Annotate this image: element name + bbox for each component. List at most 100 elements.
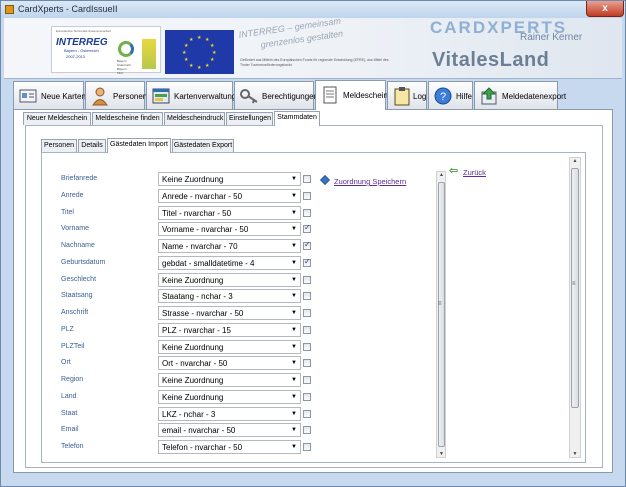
mapping-row: Land Keine Zuordnung ▼: [55, 389, 315, 405]
tab-berechtigungen[interactable]: Berechtigungen: [234, 81, 318, 109]
dropdown-arrow-icon[interactable]: ▼: [289, 241, 299, 251]
required-checkbox[interactable]: [303, 191, 311, 200]
tab-neue-karten[interactable]: Neue Karten: [13, 81, 86, 109]
scroll-up-icon[interactable]: ▲: [438, 172, 445, 178]
card-admin-icon: [152, 88, 170, 104]
dropdown-arrow-icon[interactable]: ▼: [289, 425, 299, 435]
mapping-row: Region Keine Zuordnung ▼: [55, 372, 315, 388]
mapping-scrollbar[interactable]: ▲ ≡ ▼: [436, 171, 446, 458]
scroll-up-icon[interactable]: ▲: [571, 158, 579, 164]
required-checkbox[interactable]: [303, 325, 311, 334]
close-button[interactable]: x: [586, 1, 624, 17]
column-select[interactable]: Anrede - nvarchar - 50 ▼: [158, 188, 301, 203]
interreg-logo: Europäische Territoriale Zusammenarbeit …: [51, 26, 161, 75]
dropdown-arrow-icon[interactable]: ▼: [289, 409, 299, 419]
field-label: Vorname: [61, 225, 90, 233]
column-select-value: Anrede - nvarchar - 50: [162, 191, 243, 201]
tab-neuer-meldeschein[interactable]: Neuer Meldeschein: [23, 112, 91, 125]
column-select[interactable]: Ort - nvarchar - 50 ▼: [158, 356, 301, 371]
dropdown-arrow-icon[interactable]: ▼: [289, 208, 299, 218]
column-select[interactable]: Keine Zuordnung ▼: [158, 373, 301, 387]
dropdown-arrow-icon[interactable]: ▼: [289, 375, 299, 385]
scroll-down-icon[interactable]: ▼: [571, 451, 579, 457]
column-select[interactable]: PLZ - nvarchar - 15 ▼: [158, 322, 301, 337]
required-checkbox[interactable]: [303, 392, 311, 401]
column-select[interactable]: Name - nvarchar - 70 ▼: [158, 239, 301, 253]
required-checkbox[interactable]: [303, 409, 311, 418]
tab-meldedatenexport[interactable]: Meldedatenexport: [474, 81, 566, 109]
tab-log[interactable]: Log: [387, 81, 427, 109]
tab-meldescheine-finden[interactable]: Meldescheine finden: [92, 112, 163, 125]
dropdown-arrow-icon[interactable]: ▼: [289, 358, 299, 368]
tab-hilfe[interactable]: ? Hilfe: [428, 81, 473, 109]
title-bar: CardXperts - CardIssueII x: [1, 1, 625, 18]
required-checkbox[interactable]: [303, 342, 311, 351]
scroll-thumb[interactable]: [571, 168, 579, 408]
tab-meldeschein[interactable]: Meldeschein: [315, 80, 388, 110]
field-label: PLZTeil: [61, 342, 85, 350]
tab-personen-stamm[interactable]: Personen: [41, 139, 77, 152]
column-select-value: Keine Zuordnung: [162, 392, 224, 402]
required-checkbox[interactable]: [303, 240, 311, 250]
column-select-value: Strasse - nvarchar - 50: [162, 309, 244, 318]
field-label: Staat: [61, 409, 78, 417]
required-checkbox[interactable]: [303, 208, 311, 217]
column-select[interactable]: gebdat - smalldatetime - 4 ▼: [158, 255, 301, 270]
scroll-down-icon[interactable]: ▼: [438, 451, 445, 457]
column-select[interactable]: email - nvarchar - 50 ▼: [158, 423, 301, 438]
field-label: Titel: [61, 208, 74, 216]
required-checkbox[interactable]: [303, 426, 311, 435]
mapping-row: Anschrift Strasse - nvarchar - 50 ▼: [55, 305, 315, 321]
tab-einstellungen[interactable]: Einstellungen: [226, 112, 273, 125]
column-select[interactable]: Staatang - nchar - 3 ▼: [158, 289, 301, 304]
column-select[interactable]: Vorname - nvarchar - 50 ▼: [158, 222, 301, 237]
column-select[interactable]: LKZ - nchar - 3 ▼: [158, 406, 301, 421]
dropdown-arrow-icon[interactable]: ▼: [289, 325, 299, 335]
required-checkbox[interactable]: [303, 175, 311, 183]
required-checkbox[interactable]: [303, 292, 311, 301]
dropdown-arrow-icon[interactable]: ▼: [289, 191, 299, 201]
required-checkbox[interactable]: [303, 257, 311, 267]
column-select[interactable]: Titel - nvarchar - 50 ▼: [158, 205, 301, 220]
column-select[interactable]: Keine Zuordnung ▼: [158, 339, 301, 354]
tab-personen[interactable]: Personen: [85, 81, 147, 109]
required-checkbox[interactable]: [303, 309, 311, 317]
funding-note: Gefördert aus Mitteln des Europäischen F…: [240, 58, 389, 67]
column-select[interactable]: Keine Zuordnung ▼: [158, 389, 301, 404]
required-checkbox[interactable]: [303, 443, 311, 451]
column-select-value: email - nvarchar - 50: [162, 426, 236, 436]
dropdown-arrow-icon[interactable]: ▼: [289, 224, 299, 234]
dropdown-arrow-icon[interactable]: ▼: [289, 442, 299, 452]
keys-icon: [240, 89, 258, 104]
field-label: Anrede: [61, 191, 84, 199]
required-checkbox[interactable]: [303, 359, 311, 368]
mapping-row: Staatsang Staatang - nchar - 3 ▼: [55, 288, 315, 304]
scroll-thumb[interactable]: [438, 182, 445, 447]
column-select[interactable]: Telefon - nvarchar - 50 ▼: [158, 440, 301, 454]
dropdown-arrow-icon[interactable]: ▼: [289, 308, 299, 318]
tab-meldescheindruck[interactable]: Meldescheindruck: [164, 112, 225, 125]
tab-kartenverwaltung[interactable]: Kartenverwaltung: [146, 81, 236, 109]
eu-flag-icon: ★ ★ ★ ★ ★ ★ ★ ★ ★ ★ ★ ★: [165, 30, 234, 74]
column-select[interactable]: Keine Zuordnung ▼: [158, 272, 301, 287]
required-checkbox[interactable]: [303, 223, 311, 234]
product-logo: VitalesLand: [432, 49, 550, 71]
dropdown-arrow-icon[interactable]: ▼: [289, 275, 299, 285]
dropdown-arrow-icon[interactable]: ▼: [289, 174, 299, 184]
dropdown-arrow-icon[interactable]: ▼: [289, 258, 299, 268]
column-select[interactable]: Keine Zuordnung ▼: [158, 172, 301, 186]
tab-label: Neue Karten: [41, 92, 86, 101]
required-checkbox[interactable]: [303, 275, 311, 284]
field-label: PLZ: [61, 325, 74, 333]
panel-scrollbar[interactable]: ▲ ≡ ▼: [569, 157, 581, 458]
dropdown-arrow-icon[interactable]: ▼: [289, 392, 299, 402]
dropdown-arrow-icon[interactable]: ▼: [289, 342, 299, 352]
mapping-row: Geschlecht Keine Zuordnung ▼: [55, 272, 315, 288]
dropdown-arrow-icon[interactable]: ▼: [289, 291, 299, 301]
tab-stammdaten[interactable]: Stammdaten: [274, 111, 320, 126]
required-checkbox[interactable]: [303, 376, 311, 384]
tab-details[interactable]: Details: [78, 139, 106, 152]
tab-gaestedaten-import[interactable]: Gästedaten Import: [107, 138, 171, 153]
tab-gaestedaten-export[interactable]: Gästedaten Export: [172, 139, 234, 152]
column-select[interactable]: Strasse - nvarchar - 50 ▼: [158, 306, 301, 320]
